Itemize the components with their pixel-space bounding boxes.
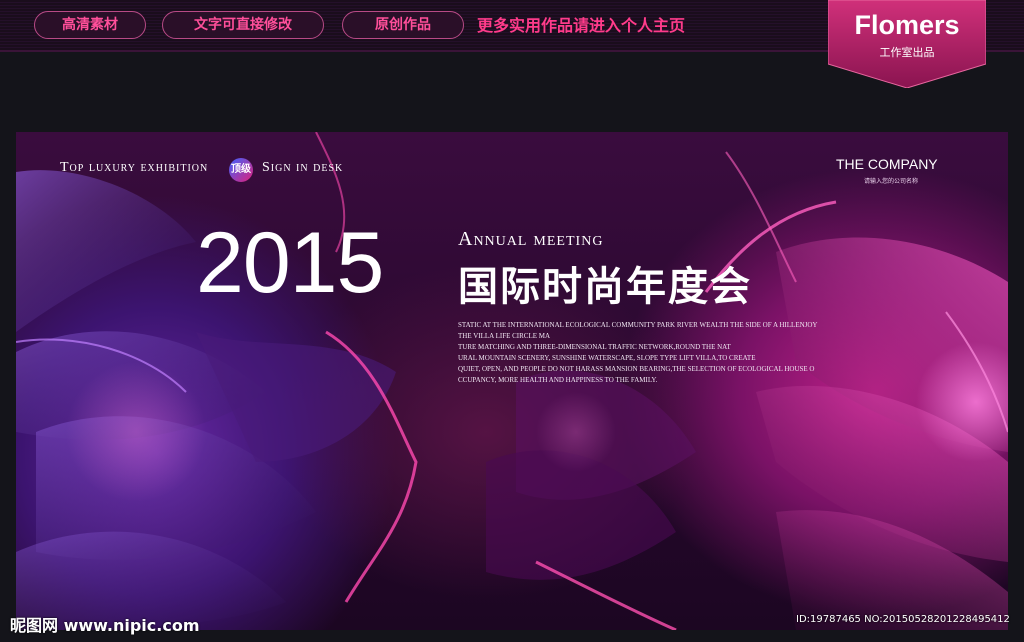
watermark-id: ID:19787465 NO:20150528201228495412 <box>796 614 1010 625</box>
company-name: THE COMPANY <box>836 156 938 172</box>
description-line: STATIC AT THE INTERNATIONAL ECOLOGICAL C… <box>458 321 818 329</box>
sign-in-text: Sign in desk <box>262 160 344 175</box>
description-block: STATIC AT THE INTERNATIONAL ECOLOGICAL C… <box>458 320 858 386</box>
description-line: THE VILLA LIFE CIRCLE MA <box>458 332 551 340</box>
year-title: 2015 <box>196 215 384 311</box>
promo-link[interactable]: 更多实用作品请进入个人主页 <box>477 12 685 36</box>
description-line: QUIET, OPEN, AND PEOPLE DO NOT HARASS MA… <box>458 365 815 373</box>
description-line: TURE MATCHING AND THREE-DIMENSIONAL TRAF… <box>458 343 731 351</box>
pill-original-work[interactable]: 原创作品 <box>342 11 464 39</box>
company-subtitle: 请输入您的公司名称 <box>864 178 919 185</box>
brand-subtitle: 工作室出品 <box>879 46 935 59</box>
watermark-site: 昵图网 www.nipic.com <box>10 616 200 635</box>
top-luxury-text: Top luxury exhibition <box>60 160 209 175</box>
brand-tab[interactable]: Flomers 工作室出品 <box>828 0 986 88</box>
brand-name: Flomers <box>854 10 960 40</box>
annual-meeting-text: Annual meeting <box>458 228 604 250</box>
pill-editable-text[interactable]: 文字可直接修改 <box>162 11 324 39</box>
pill-hd-material[interactable]: 高清素材 <box>34 11 146 39</box>
description-line: CCUPANCY, MORE HEALTH AND HAPPINESS TO T… <box>458 376 658 384</box>
banner-image: Top luxury exhibition 顶级 Sign in desk TH… <box>16 132 1008 630</box>
chinese-title: 国际时尚年度会 <box>458 264 752 310</box>
top-badge: 顶级 <box>229 158 253 182</box>
description-line: URAL MOUNTAIN SCENERY, SUNSHINE WATERSCA… <box>458 354 756 362</box>
